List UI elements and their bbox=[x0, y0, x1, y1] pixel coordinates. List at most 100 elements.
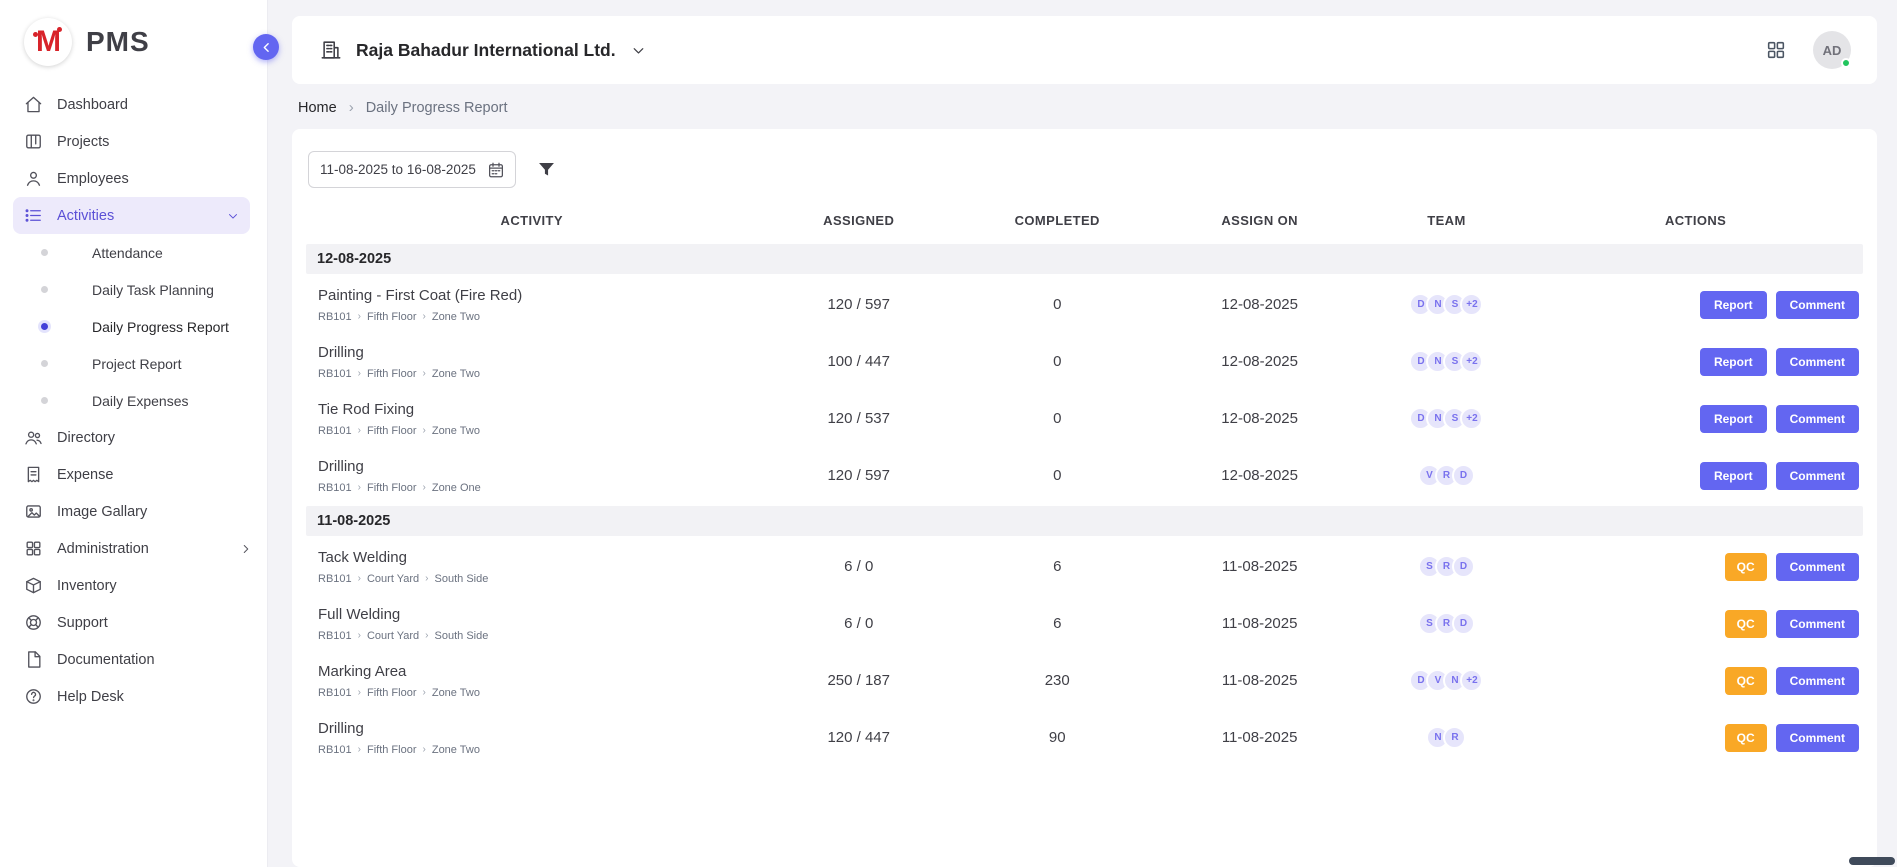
activity-title: Drilling bbox=[318, 458, 758, 475]
assigned-cell: 100 / 447 bbox=[758, 353, 960, 370]
table-row: Tack WeldingRB101›Court Yard›South Side6… bbox=[306, 538, 1863, 595]
qc-button[interactable]: QC bbox=[1725, 667, 1767, 695]
path-segment: Fifth Floor bbox=[367, 482, 417, 494]
activity-title: Tie Rod Fixing bbox=[318, 401, 758, 418]
sidebar-item-image-gallary[interactable]: Image Gallary bbox=[0, 493, 267, 530]
chevron-down-icon bbox=[630, 42, 647, 59]
chevron-right-icon: › bbox=[423, 687, 426, 698]
sidebar-subitem-attendance[interactable]: Attendance bbox=[0, 234, 267, 271]
assign-on-cell: 11-08-2025 bbox=[1155, 558, 1365, 575]
sidebar-item-activities[interactable]: Activities bbox=[13, 197, 250, 234]
activity-cell: DrillingRB101›Fifth Floor›Zone Two bbox=[306, 720, 758, 756]
horizontal-scrollbar-thumb[interactable] bbox=[1849, 857, 1895, 865]
sidebar-item-administration[interactable]: Administration bbox=[0, 530, 267, 567]
bullet-icon bbox=[41, 249, 48, 256]
sidebar-subitem-daily-task-planning[interactable]: Daily Task Planning bbox=[0, 271, 267, 308]
path-segment: Fifth Floor bbox=[367, 687, 417, 699]
report-button[interactable]: Report bbox=[1700, 405, 1767, 433]
team-cell: DNS+2 bbox=[1365, 407, 1528, 430]
qc-button[interactable]: QC bbox=[1725, 724, 1767, 752]
path-segment: Zone Two bbox=[432, 744, 480, 756]
sidebar-collapse-button[interactable] bbox=[253, 34, 279, 60]
sidebar-subitem-daily-expenses[interactable]: Daily Expenses bbox=[0, 382, 267, 419]
sidebar-item-expense[interactable]: Expense bbox=[0, 456, 267, 493]
activity-title: Tack Welding bbox=[318, 549, 758, 566]
date-range-input[interactable]: 11-08-2025 to 16-08-2025 bbox=[308, 151, 516, 188]
path-segment: Court Yard bbox=[367, 630, 419, 642]
sidebar-item-inventory[interactable]: Inventory bbox=[0, 567, 267, 604]
team-cell: DNS+2 bbox=[1365, 350, 1528, 373]
column-header-team: TEAM bbox=[1365, 213, 1528, 228]
bullet-icon bbox=[41, 397, 48, 404]
comment-button[interactable]: Comment bbox=[1776, 348, 1859, 376]
user-menu[interactable]: AD bbox=[1813, 31, 1851, 69]
online-status-dot bbox=[1841, 58, 1851, 68]
sidebar-item-label: Documentation bbox=[57, 652, 253, 668]
chevron-right-icon: › bbox=[423, 425, 426, 436]
company-selector[interactable]: Raja Bahadur International Ltd. bbox=[320, 39, 647, 61]
comment-button[interactable]: Comment bbox=[1776, 291, 1859, 319]
sidebar-item-label: Administration bbox=[57, 541, 225, 557]
apps-grid-icon[interactable] bbox=[1765, 39, 1787, 61]
sidebar-subitem-label: Daily Task Planning bbox=[92, 282, 214, 298]
column-header-activity: ACTIVITY bbox=[306, 213, 758, 228]
sidebar-item-support[interactable]: Support bbox=[0, 604, 267, 641]
comment-button[interactable]: Comment bbox=[1776, 610, 1859, 638]
bullet-icon bbox=[41, 360, 48, 367]
report-button[interactable]: Report bbox=[1700, 462, 1767, 490]
path-segment: Zone Two bbox=[432, 368, 480, 380]
chevron-right-icon: › bbox=[425, 630, 428, 641]
sidebar-item-documentation[interactable]: Documentation bbox=[0, 641, 267, 678]
comment-button[interactable]: Comment bbox=[1776, 405, 1859, 433]
activity-title: Drilling bbox=[318, 720, 758, 737]
sidebar-subitem-label: Project Report bbox=[92, 356, 181, 372]
qc-button[interactable]: QC bbox=[1725, 610, 1767, 638]
path-segment: Fifth Floor bbox=[367, 744, 417, 756]
column-header-actions: ACTIONS bbox=[1528, 213, 1863, 228]
assign-on-cell: 12-08-2025 bbox=[1155, 353, 1365, 370]
sidebar-item-help-desk[interactable]: Help Desk bbox=[0, 678, 267, 715]
chevron-right-icon: › bbox=[423, 482, 426, 493]
sidebar-item-employees[interactable]: Employees bbox=[0, 160, 267, 197]
team-overflow-badge: +2 bbox=[1460, 669, 1483, 692]
assigned-cell: 120 / 447 bbox=[758, 729, 960, 746]
home-icon bbox=[24, 95, 43, 114]
building-icon bbox=[320, 39, 342, 61]
date-range-value: 11-08-2025 to 16-08-2025 bbox=[320, 162, 476, 177]
activity-title: Full Welding bbox=[318, 606, 758, 623]
comment-button[interactable]: Comment bbox=[1776, 724, 1859, 752]
sidebar-item-label: Employees bbox=[57, 171, 253, 187]
report-button[interactable]: Report bbox=[1700, 291, 1767, 319]
sidebar-subitem-project-report[interactable]: Project Report bbox=[0, 345, 267, 382]
team-cell: DVN+2 bbox=[1365, 669, 1528, 692]
path-segment: RB101 bbox=[318, 744, 352, 756]
report-button[interactable]: Report bbox=[1700, 348, 1767, 376]
date-group-header: 11-08-2025 bbox=[306, 506, 1863, 536]
table-row: Marking AreaRB101›Fifth Floor›Zone Two25… bbox=[306, 652, 1863, 709]
assigned-cell: 120 / 597 bbox=[758, 296, 960, 313]
assign-on-cell: 12-08-2025 bbox=[1155, 410, 1365, 427]
assign-on-cell: 11-08-2025 bbox=[1155, 672, 1365, 689]
sidebar-item-dashboard[interactable]: Dashboard bbox=[0, 86, 267, 123]
comment-button[interactable]: Comment bbox=[1776, 667, 1859, 695]
table-row: DrillingRB101›Fifth Floor›Zone One120 / … bbox=[306, 447, 1863, 504]
documentation-icon bbox=[24, 650, 43, 669]
sidebar-item-directory[interactable]: Directory bbox=[0, 419, 267, 456]
path-segment: Fifth Floor bbox=[367, 368, 417, 380]
chevron-right-icon bbox=[239, 542, 253, 556]
sidebar-subitem-daily-progress-report[interactable]: Daily Progress Report bbox=[0, 308, 267, 345]
sidebar-item-label: Expense bbox=[57, 467, 253, 483]
path-segment: Zone Two bbox=[432, 687, 480, 699]
comment-button[interactable]: Comment bbox=[1776, 462, 1859, 490]
breadcrumb-home[interactable]: Home bbox=[298, 100, 337, 116]
chevron-right-icon: › bbox=[423, 368, 426, 379]
report-card: 11-08-2025 to 16-08-2025 ACTIVITY ASSIGN… bbox=[292, 129, 1877, 867]
completed-cell: 6 bbox=[960, 558, 1155, 575]
comment-button[interactable]: Comment bbox=[1776, 553, 1859, 581]
filter-funnel-icon[interactable] bbox=[536, 159, 557, 180]
path-segment: RB101 bbox=[318, 687, 352, 699]
qc-button[interactable]: QC bbox=[1725, 553, 1767, 581]
sidebar-item-projects[interactable]: Projects bbox=[0, 123, 267, 160]
main-area: Raja Bahadur International Ltd. AD Home … bbox=[268, 0, 1897, 867]
chevron-right-icon: › bbox=[423, 311, 426, 322]
